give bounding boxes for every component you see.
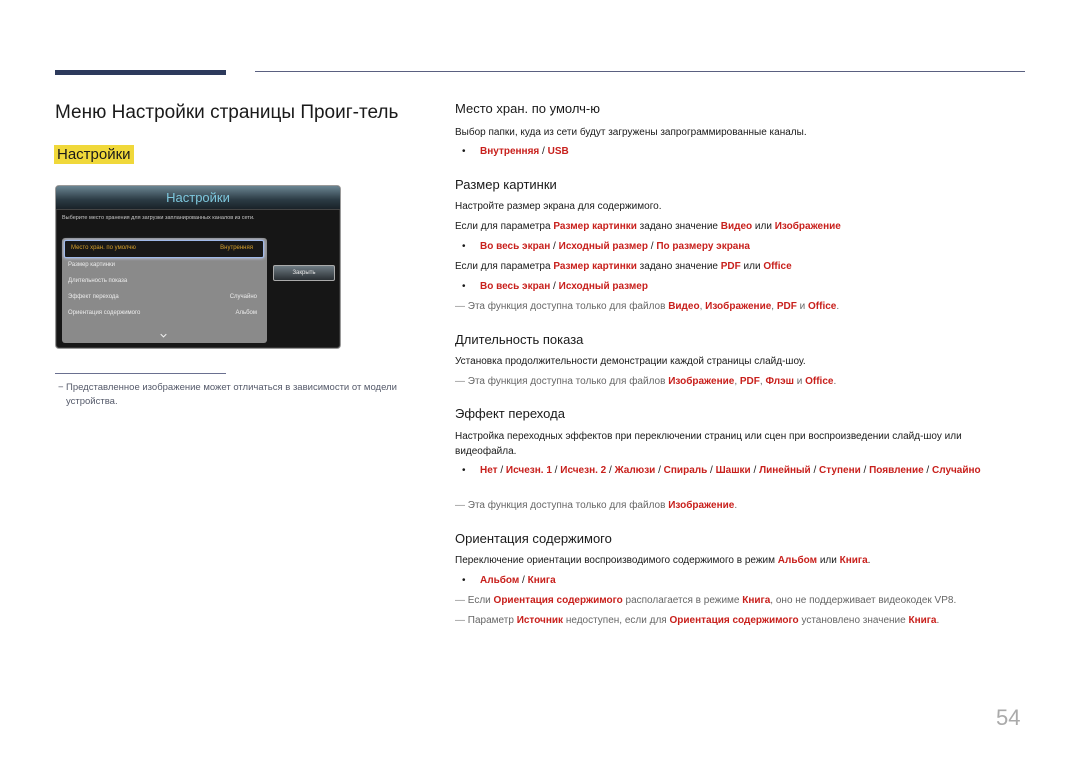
heading-picture-size: Размер картинки [455,177,557,192]
options-orientation: • Альбом / Книга [462,575,556,586]
dialog-header: Настройки [56,186,340,210]
menu-item-value: Случайно [229,294,257,300]
heading-orientation: Ориентация содержимого [455,531,612,546]
menu-item-value: Альбом [235,310,257,316]
option: Внутренняя [480,146,540,157]
desc-duration: Установка продолжительности демонстрации… [455,356,806,367]
heading-storage: Место хран. по умолч-ю [455,101,600,116]
condition-video-image: Если для параметра Размер картинки задан… [455,221,841,232]
desc-picture-size: Настройте размер экрана для содержимого. [455,201,662,212]
heading-transition: Эффект перехода [455,406,565,421]
page-title: Меню Настройки страницы Проиг-тель [55,102,399,123]
note-transition: ― Эта функция доступна только для файлов… [455,500,738,511]
header-rule-thick [55,70,226,75]
section-tag: Настройки [54,145,134,164]
menu-item-transition[interactable]: Эффект перехода Случайно [62,290,267,306]
menu-item-label: Длительность показа [68,278,128,284]
close-button[interactable]: Закрыть [273,265,335,281]
chevron-down-icon[interactable] [160,332,167,339]
options-storage: • Внутренняя / USB [462,146,569,157]
options-transition: • Нет / Исчезн. 1 / Исчезн. 2 / Жалюзи /… [462,465,981,476]
note-orientation-vp8: ― Если Ориентация содержимого располагае… [455,595,957,606]
heading-duration: Длительность показа [455,332,584,347]
condition-pdf-office: Если для параметра Размер картинки задан… [455,261,792,272]
options-picture-size-1: • Во весь экран / Исходный размер / По р… [462,241,750,252]
note-duration: ― Эта функция доступна только для файлов… [455,376,837,387]
menu-item-label: Ориентация содержимого [68,310,141,316]
dialog-menu-list: Место хран. по умолчю Внутренняя Размер … [62,238,267,343]
desc-transition: Настройка переходных эффектов при перекл… [455,431,962,457]
desc-orientation: Переключение ориентации воспроизводимого… [455,555,871,566]
menu-item-label: Эффект перехода [68,294,119,300]
footnote: − Представленное изображение может отлич… [58,381,424,409]
footnote-text: Представленное изображение может отличат… [66,382,397,407]
menu-item-picture-size[interactable]: Размер картинки [62,258,267,274]
menu-item-orientation[interactable]: Ориентация содержимого Альбом [62,306,267,322]
settings-dialog-screenshot: Настройки Выберите место хранения для за… [55,185,341,349]
footnote-dash: − [58,382,64,393]
menu-item-value: Внутренняя [220,245,253,251]
options-picture-size-2: • Во весь экран / Исходный размер [462,281,648,292]
footnote-rule [55,373,226,374]
menu-item-label: Размер картинки [68,262,115,268]
option: USB [547,146,569,157]
dialog-title: Настройки [166,190,230,205]
desc-storage: Выбор папки, куда из сети будут загружен… [455,127,807,138]
menu-item-storage[interactable]: Место хран. по умолчю Внутренняя [64,240,264,258]
menu-item-duration[interactable]: Длительность показа [62,274,267,290]
note-orientation-source: ― Параметр Источник недоступен, если для… [455,615,940,626]
menu-item-label: Место хран. по умолчю [71,245,136,251]
note-picture-size: ― Эта функция доступна только для файлов… [455,301,840,312]
dialog-description: Выберите место хранения для загрузки зап… [62,215,255,221]
page-number: 54 [996,705,1021,730]
header-rule-thin [255,71,1025,72]
